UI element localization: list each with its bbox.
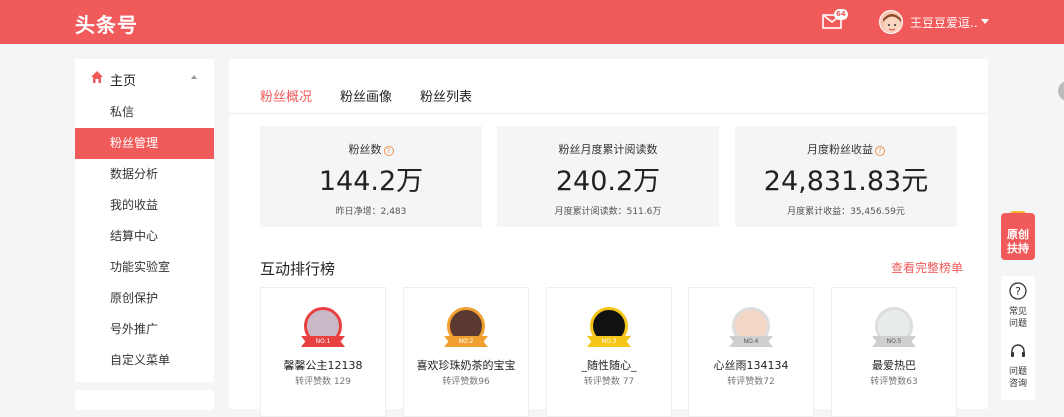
rank-card[interactable]: NO.1 馨馨公主12138 转评赞数 129 <box>260 287 386 417</box>
rank-score: 转评赞数96 <box>442 377 490 387</box>
rank-medal: NO.2 <box>444 336 488 347</box>
rank-name: 心丝雨134134 <box>713 359 789 372</box>
sidebar-item-messages[interactable]: 私信 <box>75 97 214 128</box>
help-panel: ? 常见 问题 问题 咨询 <box>1001 276 1035 400</box>
rank-medal: NO.1 <box>301 336 345 347</box>
sidebar-item-analytics[interactable]: 数据分析 <box>75 159 214 190</box>
rank-medal: NO.3 <box>587 336 631 347</box>
svg-text:?: ? <box>1015 285 1021 298</box>
stat-sub: 月度累计收益：35,456.59元 <box>787 207 905 217</box>
chevron-down-icon[interactable] <box>981 19 989 24</box>
original-support-label-2: 扶持 <box>1007 242 1029 255</box>
sidebar-item-fans[interactable]: 粉丝管理 <box>75 128 214 159</box>
rank-card[interactable]: NO.3 _随性随心_ 转评赞数 77 <box>546 287 672 417</box>
rank-name: _随性随心_ <box>581 359 637 372</box>
rank-card[interactable]: NO.5 最爱热巴 转评赞数63 <box>831 287 957 417</box>
stat-label: 粉丝数? <box>260 141 482 157</box>
tab-fans-profile[interactable]: 粉丝画像 <box>340 86 392 105</box>
stat-sub: 月度累计阅读数：511.6万 <box>554 207 662 217</box>
tab-fans-list[interactable]: 粉丝列表 <box>420 86 472 105</box>
ranking-more-link[interactable]: 查看完整榜单 <box>891 259 963 276</box>
sidebar-home-label: 主页 <box>110 74 137 89</box>
rank-avatar: NO.1 <box>301 307 345 347</box>
stat-value: 24,831.83元 <box>763 166 929 197</box>
rank-name: 喜欢珍珠奶茶的宝宝 <box>416 359 516 372</box>
rank-avatar: NO.5 <box>872 307 916 347</box>
faq-label-1[interactable]: 常见 <box>1001 306 1035 318</box>
sidebar-item-original[interactable]: 原创保护 <box>75 283 214 314</box>
headset-icon[interactable] <box>1009 342 1027 360</box>
sidebar-item-earnings[interactable]: 我的收益 <box>75 190 214 221</box>
sidebar-item-settlement[interactable]: 结算中心 <box>75 221 214 252</box>
chevron-up-icon[interactable] <box>191 75 197 79</box>
help-icon[interactable]: ? <box>383 146 394 156</box>
sidebar-item-custom-menu[interactable]: 自定义菜单 <box>75 345 214 376</box>
edge-widget[interactable] <box>1058 81 1064 101</box>
stat-label: 月度粉丝收益? <box>735 141 957 157</box>
rank-name: 最爱热巴 <box>872 359 916 372</box>
sidebar-lower-panel <box>75 390 214 410</box>
rank-name: 馨馨公主12138 <box>283 359 363 372</box>
rank-avatar: NO.4 <box>729 307 773 347</box>
consult-label-2[interactable]: 咨询 <box>1001 378 1035 390</box>
stat-card-fans: 粉丝数? 144.2万 昨日净增：2,483 <box>260 126 482 227</box>
rank-score: 转评赞数 129 <box>294 377 352 387</box>
avatar[interactable] <box>879 10 903 34</box>
rank-avatar: NO.3 <box>587 307 631 347</box>
stat-value: 144.2万 <box>318 166 424 197</box>
logo[interactable]: 头条号 <box>75 9 138 38</box>
sidebar-item-home[interactable]: 主页 <box>75 59 214 97</box>
home-icon <box>91 71 103 83</box>
rank-avatar: NO.2 <box>444 307 488 347</box>
sidebar-item-promotion[interactable]: 号外推广 <box>75 314 214 345</box>
rank-score: 转评赞数 77 <box>583 377 635 387</box>
tab-fans-overview[interactable]: 粉丝概况 <box>260 86 312 105</box>
rank-score: 转评赞数72 <box>727 377 775 387</box>
rank-card[interactable]: NO.2 喜欢珍珠奶茶的宝宝 转评赞数96 <box>403 287 529 417</box>
question-icon[interactable]: ? <box>1009 282 1027 300</box>
stat-card-earnings: 月度粉丝收益? 24,831.83元 月度累计收益：35,456.59元 <box>735 126 957 227</box>
sidebar-item-lab[interactable]: 功能实验室 <box>75 252 214 283</box>
avatar-image <box>883 14 901 33</box>
original-support-label-1: 原创 <box>1007 228 1029 241</box>
stat-sub: 昨日净增：2,483 <box>335 207 407 217</box>
rank-medal: NO.5 <box>872 336 916 347</box>
mail-badge: 64 <box>834 9 848 20</box>
rank-score: 转评赞数63 <box>870 377 918 387</box>
rank-medal: NO.4 <box>729 336 773 347</box>
help-icon[interactable]: ? <box>875 146 885 156</box>
original-support-button[interactable]: 原创 扶持 <box>1001 213 1035 260</box>
stat-card-reads: 粉丝月度累计阅读数 240.2万 月度累计阅读数：511.6万 <box>497 126 719 227</box>
consult-label-1[interactable]: 问题 <box>1001 366 1035 378</box>
main-panel: 粉丝概况 粉丝画像 粉丝列表 粉丝数? 144.2万 昨日净增：2,483 粉丝… <box>229 59 988 417</box>
stat-value: 240.2万 <box>555 166 661 197</box>
faq-label-2[interactable]: 问题 <box>1001 318 1035 330</box>
sidebar: 主页 私信 粉丝管理 数据分析 我的收益 结算中心 功能实验室 原创保护 号外推… <box>75 59 214 382</box>
rank-card[interactable]: NO.4 心丝雨134134 转评赞数72 <box>688 287 814 417</box>
stat-label: 粉丝月度累计阅读数 <box>558 143 658 156</box>
username[interactable]: 王豆豆爱逗.. <box>910 14 978 31</box>
top-bar: 头条号 64 王豆豆爱逗.. <box>0 0 1064 44</box>
ranking-title: 互动排行榜 <box>260 260 336 278</box>
tab-divider <box>229 113 988 114</box>
